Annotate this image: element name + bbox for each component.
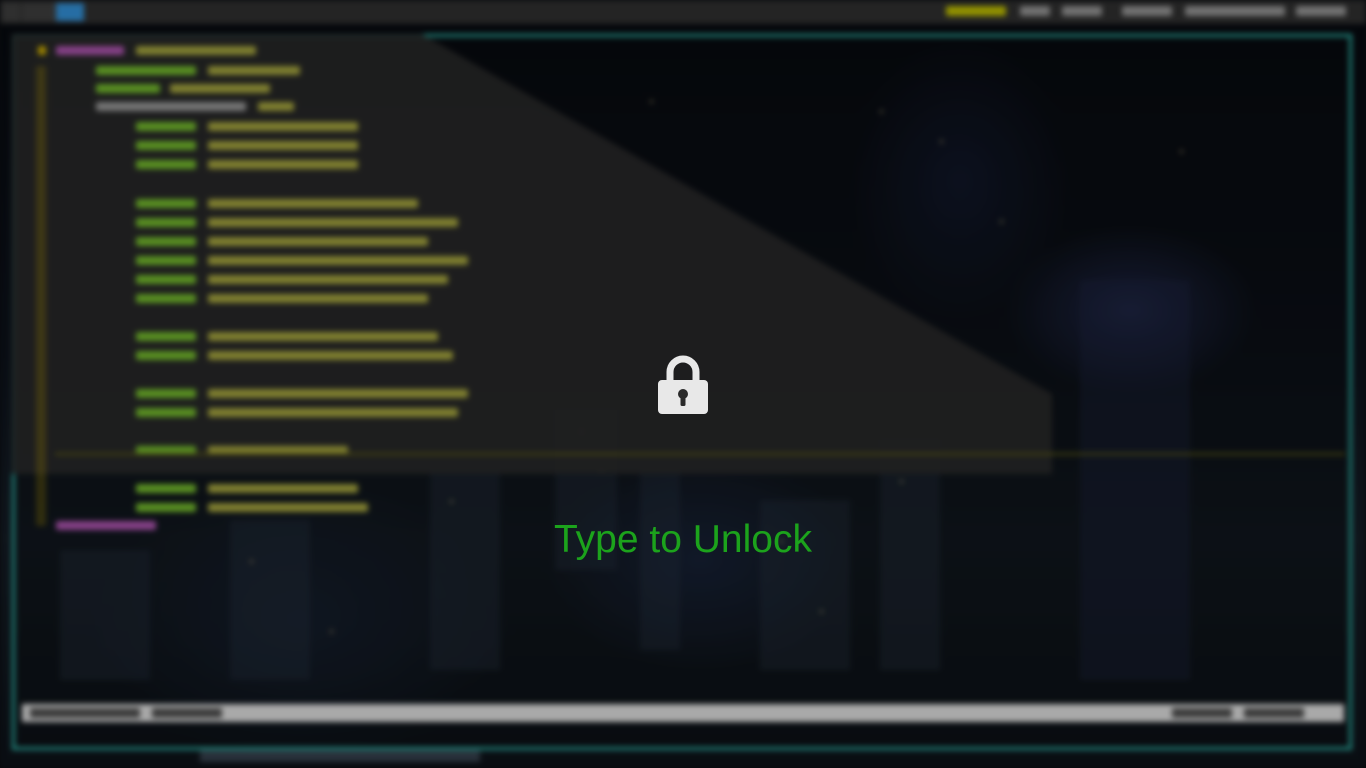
- lock-screen: Type to Unlock: [0, 0, 1366, 768]
- padlock-icon: [658, 355, 708, 414]
- lock-overlay[interactable]: Type to Unlock: [0, 0, 1366, 768]
- unlock-prompt: Type to Unlock: [554, 518, 812, 561]
